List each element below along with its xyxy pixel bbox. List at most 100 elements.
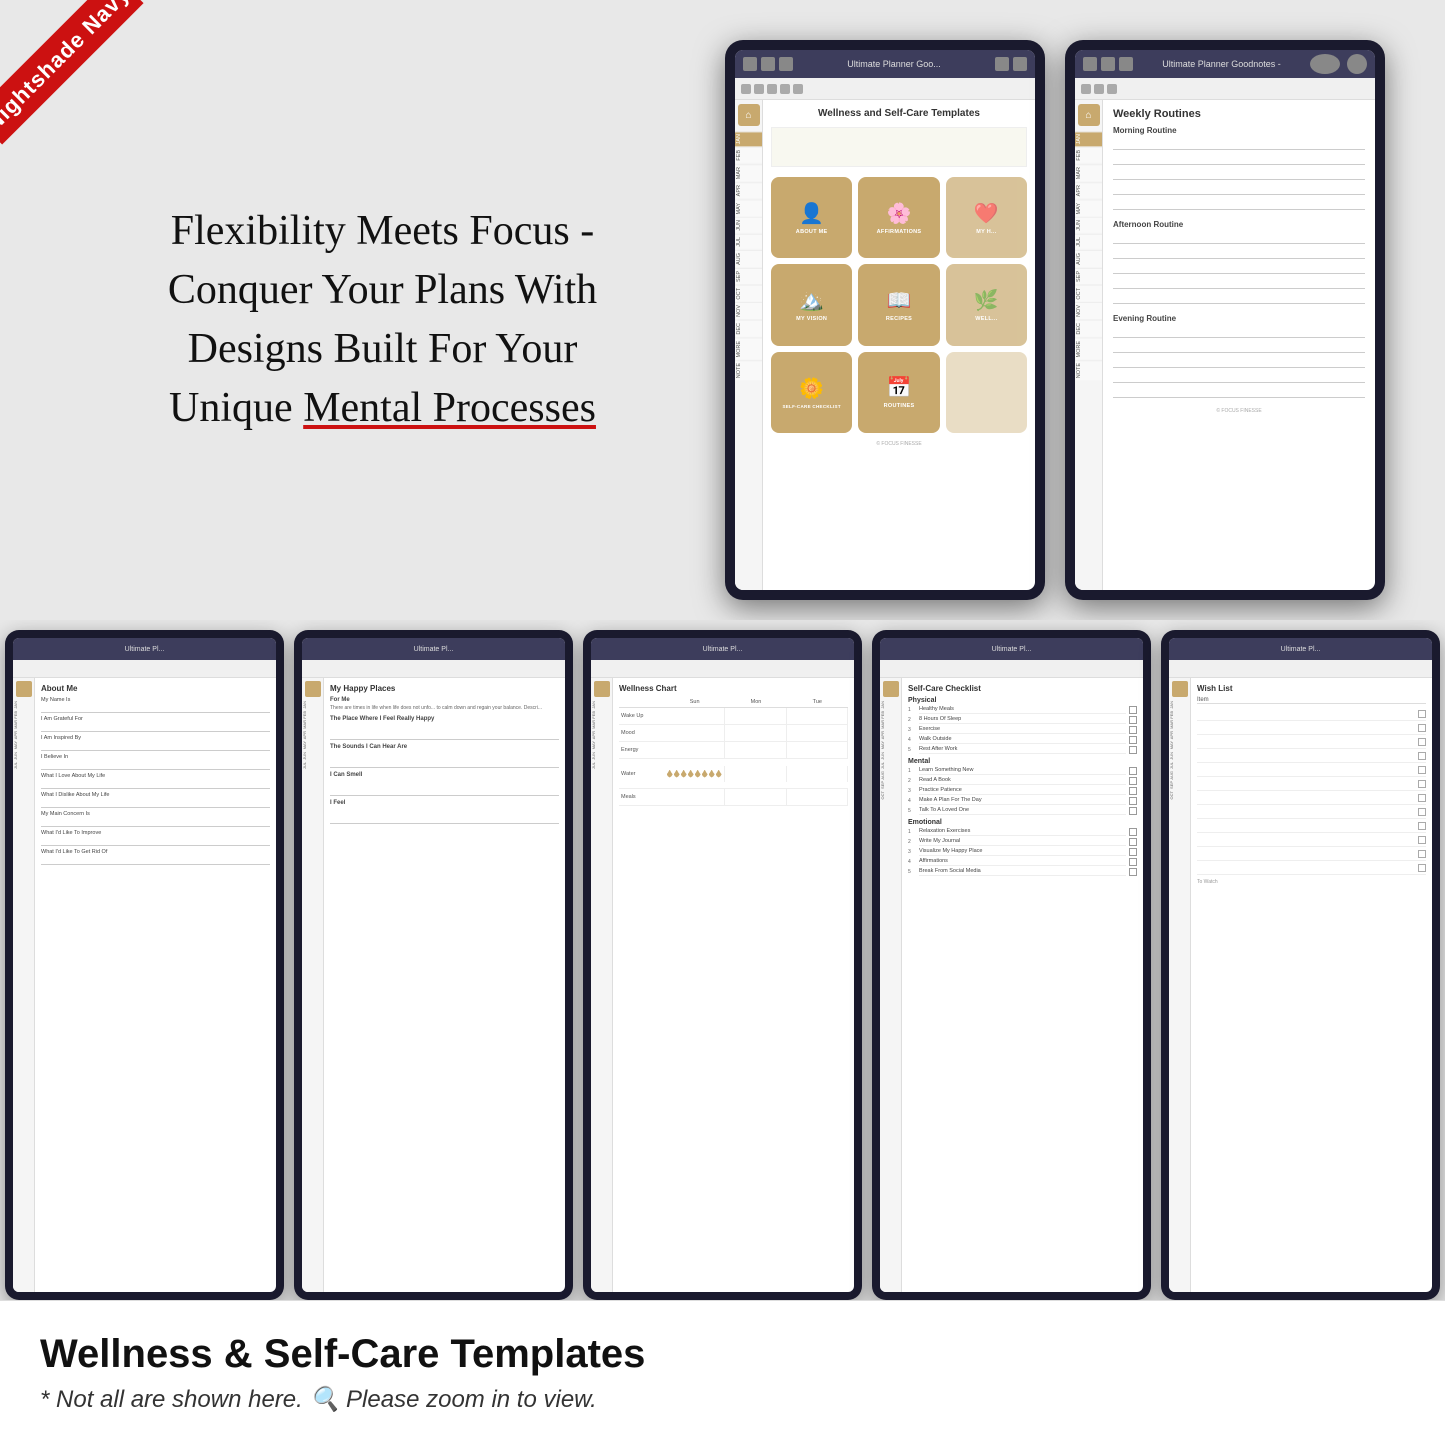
month-tab-apr-right[interactable]: APR (1075, 182, 1102, 198)
bt-home-sc[interactable] (883, 681, 899, 697)
month-tab-jul-right[interactable]: JUL (1075, 234, 1102, 249)
tile-my-h[interactable]: ❤️ MY H... (946, 177, 1027, 258)
bt-month-aug-5[interactable]: AUG (1169, 770, 1190, 781)
month-tab-sep-left[interactable]: SEP (735, 268, 762, 284)
wl-check-10[interactable] (1418, 836, 1426, 844)
bt-home-about-me[interactable] (16, 681, 32, 697)
month-tab-aug-right[interactable]: AUG (1075, 250, 1102, 267)
bt-month-sep-4[interactable]: SEP (880, 780, 901, 790)
bt-home-happy[interactable] (305, 681, 321, 697)
month-tab-may-right[interactable]: MAY (1075, 200, 1102, 217)
bt-month-jul-2[interactable]: JUL (302, 761, 323, 770)
bt-month-jul-3[interactable]: JUL (591, 761, 612, 770)
wl-check-12[interactable] (1418, 864, 1426, 872)
bt-month-may-2[interactable]: MAY (302, 740, 323, 750)
month-tab-note-right[interactable]: NOTE (1075, 360, 1102, 380)
wl-check-1[interactable] (1418, 710, 1426, 718)
bt-month-mar-2[interactable]: MAR (302, 719, 323, 730)
bt-month-jul-1[interactable]: JUL (13, 761, 34, 770)
bt-month-jun-2[interactable]: JUN (302, 751, 323, 761)
bt-month-sep-5[interactable]: SEP (1169, 780, 1190, 790)
month-tab-aug-left[interactable]: AUG (735, 250, 762, 267)
month-tab-feb-right[interactable]: FEB (1075, 147, 1102, 163)
tile-well[interactable]: 🌿 WELL... (946, 264, 1027, 345)
month-tab-jun-left[interactable]: JUN (735, 217, 762, 233)
wl-check-2[interactable] (1418, 724, 1426, 732)
bt-month-feb-1[interactable]: FEB (13, 710, 34, 720)
bt-month-apr-4[interactable]: APR (880, 730, 901, 740)
month-tab-jun-right[interactable]: JUN (1075, 217, 1102, 233)
bt-month-mar-5[interactable]: MAR (1169, 719, 1190, 730)
tile-self-care[interactable]: 🌼 SELF-CARE CHECKLIST (771, 352, 852, 433)
headline-line4b: Mental Processes (303, 385, 596, 431)
month-tab-more-left[interactable]: MORE (735, 338, 762, 360)
bt-month-feb-5[interactable]: FEB (1169, 710, 1190, 720)
bt-month-feb-3[interactable]: FEB (591, 710, 612, 720)
bt-month-mar-1[interactable]: MAR (13, 719, 34, 730)
bt-month-apr-1[interactable]: APR (13, 730, 34, 740)
month-tab-oct-right[interactable]: OCT (1075, 285, 1102, 302)
bt-month-jan-5[interactable]: JAN (1169, 700, 1190, 710)
bt-month-jun-5[interactable]: JUN (1169, 751, 1190, 761)
bt-month-oct-4[interactable]: OCT (880, 790, 901, 800)
month-tab-more-right[interactable]: MORE (1075, 338, 1102, 360)
tile-icon-well: 🌿 (974, 288, 999, 313)
wl-check-6[interactable] (1418, 780, 1426, 788)
bt-month-jun-1[interactable]: JUN (13, 751, 34, 761)
month-tab-nov-right[interactable]: NOV (1075, 302, 1102, 319)
wl-check-5[interactable] (1418, 766, 1426, 774)
bt-month-jan-3[interactable]: JAN (591, 700, 612, 710)
month-tab-apr-left[interactable]: APR (735, 182, 762, 198)
month-tab-jul-left[interactable]: JUL (735, 234, 762, 249)
bt-sidenav-wellness-chart: JAN FEB MAR APR MAY JUN JUL (591, 678, 613, 1292)
home-tab-left[interactable]: ⌂ (738, 104, 760, 126)
wl-check-4[interactable] (1418, 752, 1426, 760)
month-tab-feb-left[interactable]: FEB (735, 147, 762, 163)
bt-month-feb-2[interactable]: FEB (302, 710, 323, 720)
month-tab-oct-left[interactable]: OCT (735, 285, 762, 302)
month-tab-mar-left[interactable]: MAR (735, 164, 762, 181)
bt-month-mar-3[interactable]: MAR (591, 719, 612, 730)
bt-month-jan-1[interactable]: JAN (13, 700, 34, 710)
tool-dot-2 (754, 84, 764, 94)
bt-month-feb-4[interactable]: FEB (880, 710, 901, 720)
bt-month-jul-4[interactable]: JUL (880, 761, 901, 770)
bt-month-may-3[interactable]: MAY (591, 740, 612, 750)
tile-about-me[interactable]: 👤 ABOUT ME (771, 177, 852, 258)
month-tab-may-left[interactable]: MAY (735, 200, 762, 217)
month-tab-nov-left[interactable]: NOV (735, 302, 762, 319)
wl-check-7[interactable] (1418, 794, 1426, 802)
bt-month-jan-2[interactable]: JAN (302, 700, 323, 710)
bt-month-apr-5[interactable]: APR (1169, 730, 1190, 740)
bt-home-wl[interactable] (1172, 681, 1188, 697)
month-tab-dec-left[interactable]: DEC (735, 320, 762, 337)
bt-month-may-1[interactable]: MAY (13, 740, 34, 750)
bt-month-mar-4[interactable]: MAR (880, 719, 901, 730)
bt-month-may-5[interactable]: MAY (1169, 740, 1190, 750)
month-tab-dec-right[interactable]: DEC (1075, 320, 1102, 337)
wl-check-3[interactable] (1418, 738, 1426, 746)
tile-affirmations[interactable]: 🌸 AFFIRMATIONS (858, 177, 939, 258)
month-tab-note-left[interactable]: NOTE (735, 360, 762, 380)
bt-home-wellness[interactable] (594, 681, 610, 697)
tile-recipes[interactable]: 📖 RECIPES (858, 264, 939, 345)
wl-check-8[interactable] (1418, 808, 1426, 816)
month-tab-sep-right[interactable]: SEP (1075, 268, 1102, 284)
tile-my-vision[interactable]: 🏔️ MY VISION (771, 264, 852, 345)
bt-month-jun-4[interactable]: JUN (880, 751, 901, 761)
bt-month-may-4[interactable]: MAY (880, 740, 901, 750)
home-tab-right[interactable]: ⌂ (1078, 104, 1100, 126)
wl-check-9[interactable] (1418, 822, 1426, 830)
wl-check-11[interactable] (1418, 850, 1426, 858)
bt-month-apr-2[interactable]: APR (302, 730, 323, 740)
bt-month-apr-3[interactable]: APR (591, 730, 612, 740)
month-tab-jan-left[interactable]: JAN (735, 131, 762, 146)
bt-month-jan-4[interactable]: JAN (880, 700, 901, 710)
month-tab-jan-right[interactable]: JAN (1075, 131, 1102, 146)
bt-month-jul-5[interactable]: JUL (1169, 761, 1190, 770)
bt-month-jun-3[interactable]: JUN (591, 751, 612, 761)
bt-month-oct-5[interactable]: OCT (1169, 790, 1190, 800)
tile-routines[interactable]: 📅 ROUTINES (858, 352, 939, 433)
month-tab-mar-right[interactable]: MAR (1075, 164, 1102, 181)
bt-month-aug-4[interactable]: AUG (880, 770, 901, 781)
